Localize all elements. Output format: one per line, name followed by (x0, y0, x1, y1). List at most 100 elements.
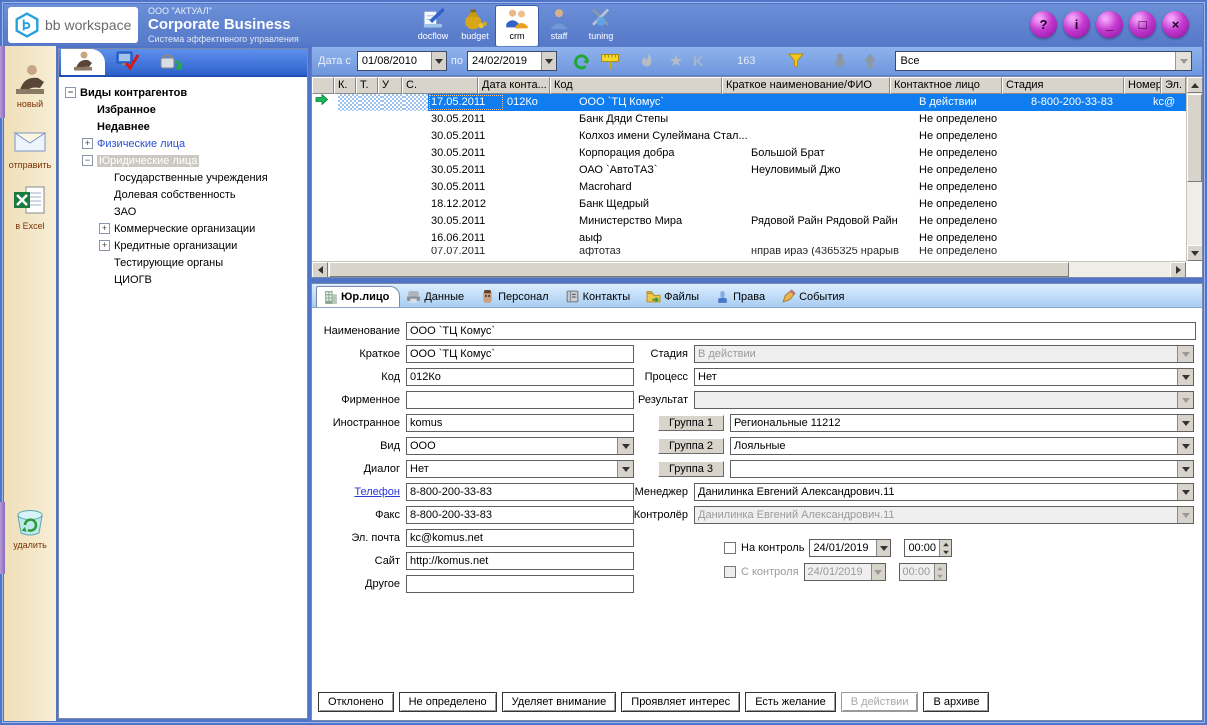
scope-select[interactable]: Все (895, 51, 1192, 71)
field-input[interactable]: http://komus.net (406, 552, 634, 570)
column-header[interactable]: Краткое наименование/ФИО (722, 77, 890, 94)
dropdown-arrow[interactable] (1177, 369, 1193, 385)
table-row[interactable]: 16.06.2011 аыф Не определено (312, 230, 1186, 247)
sidebar-action[interactable]: удалить (11, 503, 49, 550)
field-input[interactable]: Нет (694, 368, 1194, 386)
stage-button[interactable]: В действии (841, 692, 919, 712)
sidebar-action[interactable]: в Excel (11, 184, 49, 231)
move-down-icon[interactable] (829, 50, 851, 72)
tree-item[interactable]: ЦИОГВ (65, 271, 303, 288)
field-input[interactable]: В действии (694, 345, 1194, 363)
dropdown-arrow[interactable] (1177, 415, 1193, 431)
spin-down[interactable] (940, 548, 951, 556)
tree-item[interactable]: ЗАО (65, 203, 303, 220)
dropdown-arrow[interactable] (1177, 438, 1193, 454)
scroll-right-button[interactable] (1170, 262, 1186, 278)
stage-button[interactable]: В архиве (923, 692, 989, 712)
on-control-date[interactable]: 24/01/2019 (809, 539, 891, 557)
column-header[interactable]: Т. (356, 77, 378, 94)
module-button[interactable]: tuning (580, 6, 622, 46)
hot-flame-icon[interactable] (637, 50, 659, 72)
field-input[interactable]: kc@komus.net (406, 529, 634, 547)
vertical-scrollbar[interactable] (1186, 77, 1202, 261)
field-input[interactable]: Данилинка Евгений Александрович.11 (694, 483, 1194, 501)
field-input[interactable] (406, 575, 634, 593)
field-input[interactable] (730, 460, 1194, 478)
scroll-down-button[interactable] (1187, 245, 1203, 261)
detail-tab[interactable]: События (775, 286, 854, 307)
column-header[interactable]: Дата конта... (478, 77, 550, 94)
column-header[interactable]: Контактное лицо (890, 77, 1002, 94)
on-control-time[interactable]: 00:00 (904, 539, 952, 557)
field-input[interactable]: ООО `ТЦ Комус` (406, 322, 1196, 340)
detail-tab[interactable]: Персонал (474, 286, 559, 307)
dropdown-arrow[interactable] (1177, 392, 1193, 408)
ruler-icon[interactable] (599, 50, 621, 72)
scroll-left-button[interactable] (312, 262, 328, 278)
window-button[interactable]: i (1063, 11, 1090, 38)
spin-up[interactable] (940, 540, 951, 548)
field-input[interactable]: Региональные 11212 (730, 414, 1194, 432)
tree-expand-toggle[interactable]: − (65, 87, 76, 98)
detail-tab[interactable]: Контакты (559, 286, 641, 307)
on-control-checkbox[interactable] (724, 542, 736, 554)
scroll-thumb[interactable] (329, 262, 1069, 277)
dropdown-arrow[interactable] (541, 52, 556, 70)
window-button[interactable]: _ (1096, 11, 1123, 38)
tree-item[interactable]: + Физические лица (65, 135, 303, 152)
column-header[interactable]: Эл. (1161, 77, 1186, 94)
field-input[interactable]: ООО `ТЦ Комус` (406, 345, 634, 363)
sidebar-action[interactable]: отправить (9, 123, 51, 170)
field-input[interactable]: 012Ко (406, 368, 634, 386)
column-header[interactable]: С. (402, 77, 478, 94)
dropdown-arrow[interactable] (1175, 52, 1191, 70)
tree-item[interactable]: + Кредитные организации (65, 237, 303, 254)
tree-expand-toggle[interactable] (99, 206, 110, 217)
tree-expand-toggle[interactable] (99, 274, 110, 285)
detail-tab[interactable]: Права (709, 286, 775, 307)
tree-expand-toggle[interactable]: + (82, 138, 93, 149)
window-button[interactable]: ? (1030, 11, 1057, 38)
column-header[interactable]: Стадия (1002, 77, 1124, 94)
column-header[interactable]: Код (550, 77, 722, 94)
tree-tab[interactable] (149, 49, 193, 75)
off-control-checkbox[interactable] (724, 566, 736, 578)
tree-expand-toggle[interactable]: + (99, 223, 110, 234)
dropdown-arrow[interactable] (1177, 484, 1193, 500)
tree-item[interactable]: − Юридические лица (65, 152, 303, 169)
move-up-icon[interactable] (859, 50, 881, 72)
detail-tab[interactable]: Файлы (640, 286, 709, 307)
tree-expand-toggle[interactable] (99, 257, 110, 268)
table-row[interactable]: 30.05.2011 Банк Дяди Степы Не определено (312, 111, 1186, 128)
tree-expand-toggle[interactable]: − (82, 155, 93, 166)
sidebar-action[interactable]: новый (11, 62, 49, 109)
k-filter-icon[interactable]: K (693, 53, 703, 69)
field-input[interactable]: komus (406, 414, 634, 432)
table-row[interactable]: 30.05.2011 Министерство Мира Рядовой Рай… (312, 213, 1186, 230)
tree-expand-toggle[interactable] (99, 189, 110, 200)
tree-expand-toggle[interactable] (82, 104, 93, 115)
dropdown-arrow[interactable] (431, 52, 446, 70)
tree-tab[interactable] (105, 49, 149, 75)
window-button[interactable]: × (1162, 11, 1189, 38)
scroll-up-button[interactable] (1187, 77, 1203, 93)
field-input[interactable]: Данилинка Евгений Александрович.11 (694, 506, 1194, 524)
tree-item[interactable]: Избранное (65, 101, 303, 118)
tree-item[interactable]: Долевая собственность (65, 186, 303, 203)
funnel-filter-icon[interactable] (785, 50, 807, 72)
field-input[interactable]: Нет (406, 460, 634, 478)
column-header[interactable]: К. (334, 77, 356, 94)
tree-expand-toggle[interactable] (82, 121, 93, 132)
tree-item[interactable]: Тестирующие органы (65, 254, 303, 271)
column-header[interactable] (312, 77, 334, 94)
stage-button[interactable]: Уделяет внимание (502, 692, 617, 712)
field-input[interactable]: Лояльные (730, 437, 1194, 455)
detail-tab[interactable]: Данные (400, 286, 474, 307)
scroll-thumb[interactable] (1187, 94, 1202, 182)
field-input[interactable] (694, 391, 1194, 409)
field-input[interactable]: 8-800-200-33-83 (406, 506, 634, 524)
dropdown-arrow[interactable] (876, 540, 890, 556)
tree-item[interactable]: Недавнее (65, 118, 303, 135)
table-row[interactable]: 30.05.2011 ОАО `АвтоТАЗ` Неуловимый Джо … (312, 162, 1186, 179)
window-button[interactable]: □ (1129, 11, 1156, 38)
